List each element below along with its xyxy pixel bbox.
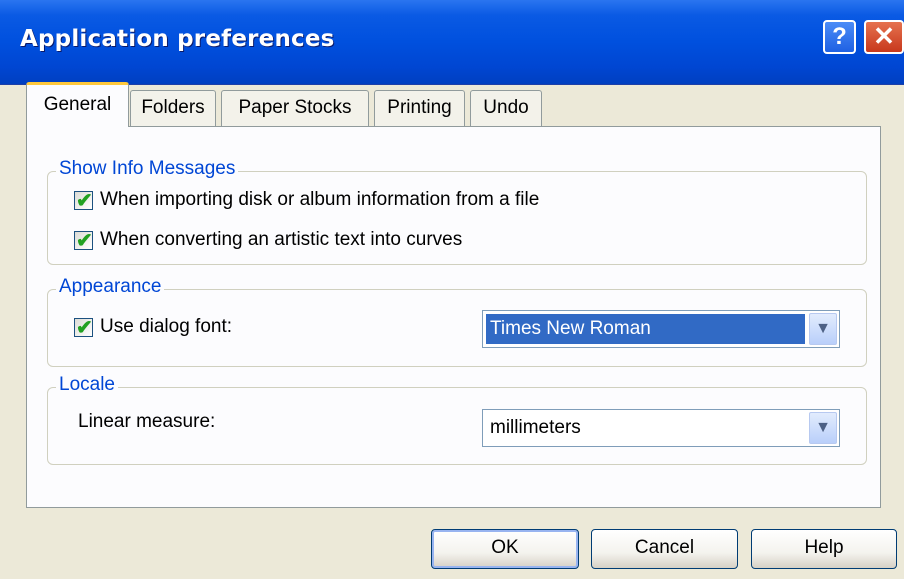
chevron-down-icon[interactable]: ▼ (809, 412, 837, 444)
locale-group: Locale Linear measure: millimeters ▼ (47, 374, 867, 465)
group-title-show-info: Show Info Messages (56, 158, 239, 180)
use-dialog-font-label: Use dialog font: (100, 316, 233, 337)
tab-folders[interactable]: Folders (130, 90, 216, 126)
title-bar[interactable]: Application preferences ? ✕ (0, 0, 904, 85)
convert-curves-checkbox-row[interactable]: ✔ When converting an artistic text into … (74, 229, 674, 256)
chevron-down-icon[interactable]: ▼ (809, 313, 837, 345)
cancel-button[interactable]: Cancel (591, 529, 738, 569)
use-dialog-font-checkbox-row[interactable]: ✔ Use dialog font: (74, 316, 374, 343)
help-icon: ? (832, 23, 847, 50)
preferences-dialog: Application preferences ? ✕ General Fold… (0, 0, 904, 579)
checkmark-icon: ✔ (76, 190, 93, 212)
checkmark-icon: ✔ (76, 230, 93, 252)
close-button[interactable]: ✕ (864, 20, 904, 54)
window-title: Application preferences (20, 26, 335, 52)
show-info-messages-group: Show Info Messages ✔ When importing disk… (47, 158, 867, 265)
group-title-locale: Locale (56, 374, 118, 396)
tab-printing[interactable]: Printing (374, 90, 465, 126)
use-dialog-font-checkbox[interactable]: ✔ (74, 317, 93, 339)
convert-curves-checkbox[interactable]: ✔ (74, 230, 93, 252)
close-icon: ✕ (873, 21, 895, 51)
tab-undo[interactable]: Undo (470, 90, 542, 126)
linear-measure-label: Linear measure: (78, 411, 216, 432)
group-title-appearance: Appearance (56, 276, 165, 298)
import-info-checkbox[interactable]: ✔ (74, 190, 93, 212)
import-info-label: When importing disk or album information… (100, 189, 540, 210)
title-help-button[interactable]: ? (823, 20, 856, 54)
tab-paper-stocks[interactable]: Paper Stocks (221, 90, 369, 126)
font-select[interactable]: Times New Roman ▼ (482, 310, 840, 348)
import-info-checkbox-row[interactable]: ✔ When importing disk or album informati… (74, 189, 674, 216)
checkmark-icon: ✔ (76, 317, 93, 339)
linear-measure-select-value: millimeters (490, 417, 581, 438)
convert-curves-label: When converting an artistic text into cu… (100, 229, 463, 250)
linear-measure-select[interactable]: millimeters ▼ (482, 409, 840, 447)
tab-general[interactable]: General (26, 82, 129, 127)
help-button[interactable]: Help (751, 529, 897, 569)
appearance-group: Appearance ✔ Use dialog font: Times New … (47, 276, 867, 367)
font-select-value: Times New Roman (486, 314, 805, 344)
general-tab-panel: Show Info Messages ✔ When importing disk… (26, 126, 881, 508)
ok-button[interactable]: OK (431, 529, 579, 569)
